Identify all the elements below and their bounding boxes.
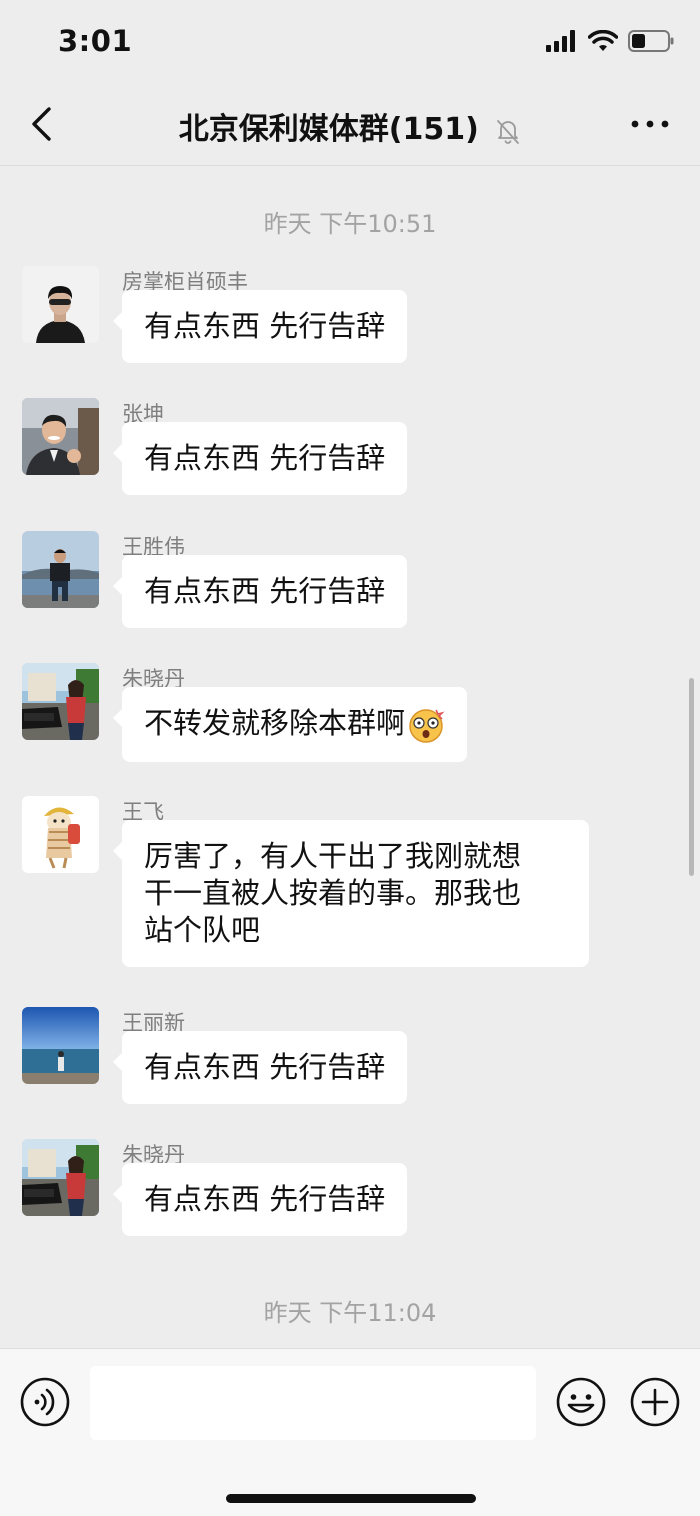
- wifi-icon: [588, 30, 618, 51]
- avatar[interactable]: [22, 1139, 99, 1216]
- battery-icon: [628, 30, 674, 52]
- message-bubble[interactable]: 有点东西 先行告辞: [112, 422, 408, 495]
- emoji-icon[interactable]: [556, 1377, 606, 1427]
- chat-title-wrap: 北京保利媒体群(151): [0, 104, 700, 148]
- chat-header: 北京保利媒体群(151): [0, 86, 700, 166]
- avatar[interactable]: [22, 796, 99, 873]
- plus-icon[interactable]: [630, 1377, 680, 1427]
- timestamp: 昨天 下午11:04: [263, 1299, 437, 1327]
- mute-bell-icon: [497, 119, 520, 144]
- message-text-line: 站个队吧: [144, 913, 261, 947]
- avatar[interactable]: [22, 398, 99, 475]
- home-indicator[interactable]: [226, 1494, 476, 1503]
- chat-title: 北京保利媒体群(151): [178, 112, 479, 147]
- scroll-indicator[interactable]: [689, 678, 694, 876]
- message-bubble[interactable]: 有点东西 先行告辞: [112, 1031, 408, 1104]
- avatar[interactable]: [22, 266, 99, 343]
- message-bubble[interactable]: 有点东西 先行告辞: [112, 555, 408, 628]
- status-time: 3:01: [58, 24, 133, 58]
- message-text-line: 厉害了，有人干出了我刚就想: [144, 839, 522, 873]
- message-input[interactable]: [90, 1366, 536, 1440]
- avatar[interactable]: [22, 663, 99, 740]
- status-bar: 3:01: [0, 0, 700, 86]
- status-icons: [546, 30, 674, 52]
- shocked-face-emoji: [407, 706, 445, 744]
- avatar[interactable]: [22, 1007, 99, 1084]
- message-bubble[interactable]: 有点东西 先行告辞: [112, 290, 408, 363]
- timestamp: 昨天 下午10:51: [263, 210, 437, 238]
- message-bubble[interactable]: 有点东西 先行告辞: [112, 1163, 408, 1236]
- message-bubble[interactable]: 不转发就移除本群啊: [112, 687, 468, 762]
- voice-input-icon[interactable]: [20, 1377, 70, 1427]
- more-options-icon[interactable]: [630, 112, 670, 136]
- message-text-line: 干一直被人按着的事。那我也: [144, 876, 522, 910]
- avatar[interactable]: [22, 531, 99, 608]
- message-text: 不转发就移除本群啊: [144, 706, 406, 740]
- input-bar: [0, 1348, 700, 1516]
- message-bubble[interactable]: 厉害了，有人干出了我刚就想 干一直被人按着的事。那我也 站个队吧: [113, 820, 589, 967]
- signal-icon: [546, 30, 575, 52]
